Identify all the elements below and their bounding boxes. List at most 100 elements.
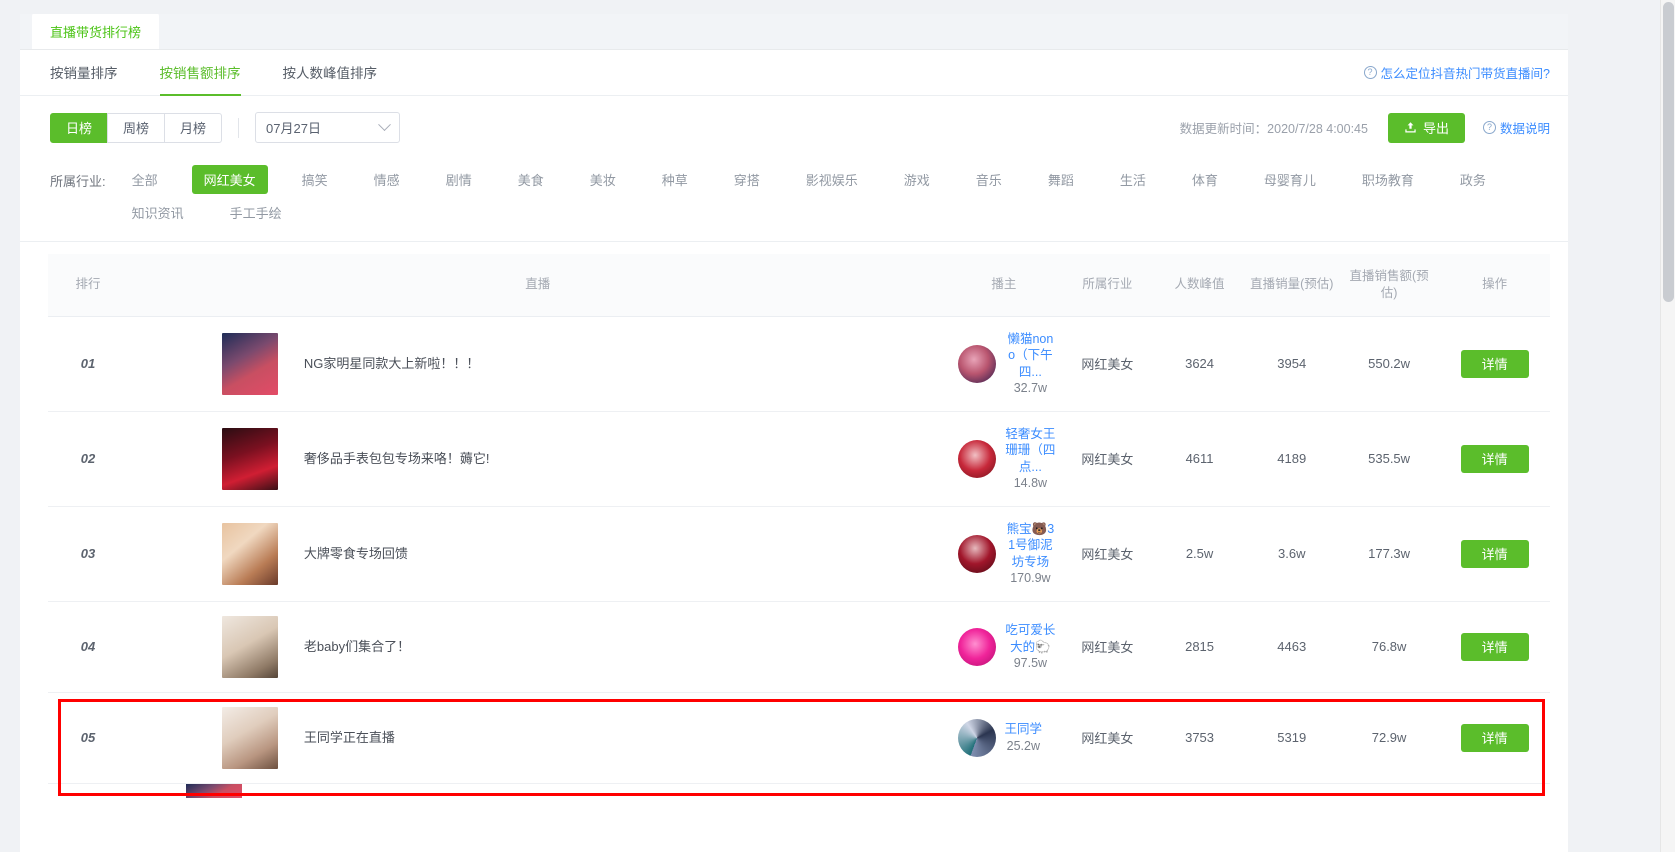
- cell-sales-volume: 3954: [1244, 316, 1339, 412]
- industry-chip[interactable]: 体育: [1180, 165, 1230, 194]
- tab-live-sales-ranking[interactable]: 直播带货排行榜: [32, 14, 160, 49]
- tab-sort-by-sales-amount[interactable]: 按销售额排序: [159, 50, 241, 96]
- table-row[interactable]: 01 NG家明星同款大上新啦！！！ 懒猫nono（下午四... 32.7w 网红美女 36…: [48, 316, 1550, 412]
- data-note-label: 数据说明: [1499, 122, 1550, 136]
- export-button[interactable]: 导出: [1387, 112, 1465, 143]
- detail-button[interactable]: 详情: [1460, 349, 1529, 378]
- table-row[interactable]: 05 王同学正在直播 王同学 25.2w 网红美女 3753 5319 72.9w 详情: [48, 692, 1550, 784]
- page-scrollbar[interactable]: [1660, 0, 1675, 852]
- cell-host: 熊宝🐻31号御泥坊专场 170.9w: [947, 506, 1061, 602]
- host-name-link[interactable]: 王同学: [1005, 721, 1043, 738]
- industry-chip-label: 体育: [1191, 173, 1218, 188]
- date-select[interactable]: 07月27日: [255, 112, 401, 143]
- industry-chip-label: 搞笑: [301, 173, 328, 188]
- cell-sales-volume: 5319: [1244, 692, 1339, 784]
- industry-filter-label: 所属行业:: [50, 174, 106, 189]
- data-note-link[interactable]: ? 数据说明: [1482, 118, 1550, 137]
- industry-chip-label: 穿搭: [733, 173, 760, 188]
- detail-button[interactable]: 详情: [1460, 632, 1529, 661]
- header-live: 直播: [127, 254, 948, 317]
- industry-chip[interactable]: 种草: [650, 165, 700, 194]
- question-circle-icon: ?: [1363, 66, 1377, 79]
- period-daily-button[interactable]: 日榜: [50, 112, 109, 143]
- period-weekly-button[interactable]: 周榜: [107, 112, 166, 143]
- industry-chip[interactable]: 网红美女: [191, 165, 268, 194]
- date-select-value: 07月27日: [266, 121, 321, 136]
- help-link[interactable]: ? 怎么定位抖音热门带货直播间?: [1363, 63, 1550, 82]
- period-monthly-button[interactable]: 月榜: [164, 112, 223, 143]
- industry-chip[interactable]: 母婴育儿: [1252, 165, 1328, 194]
- industry-chip[interactable]: 剧情: [434, 165, 484, 194]
- live-thumbnail[interactable]: [221, 706, 278, 769]
- cell-operation: 详情: [1439, 692, 1550, 784]
- industry-chip[interactable]: 美食: [506, 165, 556, 194]
- scrollbar-thumb[interactable]: [1663, 2, 1674, 302]
- industry-chip[interactable]: 职场教育: [1350, 165, 1426, 194]
- table-row[interactable]: [48, 783, 1550, 798]
- table-row[interactable]: 04 老baby们集合了！ 吃可爱长大的🐑 97.5w 网红美女 2815 4463 76.8…: [48, 601, 1550, 693]
- industry-chip[interactable]: 情感: [362, 165, 412, 194]
- ranking-table: 排行 直播 播主 所属行业 人数峰值 直播销量(预估) 直播销售额(预估) 操作…: [48, 254, 1550, 798]
- host-name-link[interactable]: 懒猫nono（下午四...: [1005, 331, 1057, 381]
- cell-host: 懒猫nono（下午四... 32.7w: [947, 316, 1061, 412]
- live-thumbnail[interactable]: [221, 522, 278, 585]
- cell-operation: 详情: [1439, 316, 1550, 412]
- host-fans-count: 25.2w: [1006, 738, 1040, 753]
- header-host: 播主: [947, 254, 1061, 317]
- live-thumbnail[interactable]: [221, 332, 278, 395]
- tab-sort-by-peak-viewers[interactable]: 按人数峰值排序: [283, 50, 378, 96]
- industry-chip[interactable]: 知识资讯: [120, 198, 196, 227]
- live-thumbnail[interactable]: [221, 615, 278, 678]
- industry-chip-label: 知识资讯: [131, 206, 184, 221]
- cell-live: NG家明星同款大上新啦！！！: [127, 316, 948, 412]
- detail-button[interactable]: 详情: [1460, 723, 1529, 752]
- host-fans-count: 97.5w: [1013, 656, 1048, 670]
- industry-chip[interactable]: 游戏: [892, 165, 942, 194]
- live-thumbnail[interactable]: [221, 427, 278, 490]
- avatar[interactable]: [957, 439, 996, 478]
- industry-chip[interactable]: 音乐: [964, 165, 1014, 194]
- toolbar-divider: [238, 117, 240, 138]
- tab-sort-by-volume[interactable]: 按销量排序: [50, 50, 118, 96]
- industry-chip-label: 职场教育: [1361, 173, 1414, 188]
- industry-chip[interactable]: 美妆: [578, 165, 628, 194]
- cell-live: [48, 783, 1550, 798]
- tab-sort-by-volume-label: 按销量排序: [50, 65, 118, 81]
- industry-chip-label: 政务: [1459, 173, 1486, 188]
- industry-chip-label: 影视娱乐: [805, 173, 858, 188]
- host-name-link[interactable]: 熊宝🐻31号御泥坊专场: [1005, 521, 1057, 571]
- host-name-link[interactable]: 轻奢女王珊珊（四点...: [1005, 426, 1057, 476]
- question-circle-icon: ?: [1482, 121, 1496, 134]
- upload-icon: [1405, 122, 1416, 133]
- table-row[interactable]: 02 奢侈品手表包包专场来咯！薅它! 轻奢女王珊珊（四点... 14.8w 网红美女 46…: [48, 411, 1550, 507]
- industry-chip[interactable]: 全部: [120, 165, 170, 194]
- avatar[interactable]: [957, 718, 996, 757]
- industry-chip[interactable]: 穿搭: [722, 165, 772, 194]
- detail-button[interactable]: 详情: [1460, 539, 1529, 568]
- header-operation: 操作: [1439, 254, 1550, 317]
- industry-chip[interactable]: 生活: [1108, 165, 1158, 194]
- industry-chip[interactable]: 舞蹈: [1036, 165, 1086, 194]
- industry-chip[interactable]: 搞笑: [290, 165, 340, 194]
- host-name-link[interactable]: 吃可爱长大的🐑: [1005, 622, 1057, 655]
- cell-industry: 网红美女: [1060, 316, 1155, 412]
- industry-chip[interactable]: 影视娱乐: [794, 165, 870, 194]
- avatar[interactable]: [957, 534, 996, 573]
- avatar[interactable]: [957, 627, 996, 666]
- industry-chip[interactable]: 手工手绘: [218, 198, 294, 227]
- cell-rank: 01: [48, 316, 128, 412]
- industry-filter-items: 全部 网红美女 搞笑 情感 剧情 美食 美妆 种草 穿搭 影视娱乐 游戏 音乐 舞蹈 生活 体育 母婴育儿 职场…: [120, 165, 1550, 227]
- cell-sales-amount: 550.2w: [1338, 316, 1440, 412]
- industry-chip[interactable]: 政务: [1448, 165, 1498, 194]
- table-row[interactable]: 03 大牌零食专场回馈 熊宝🐻31号御泥坊专场 170.9w 网红美女 2.5w 3.6w 1…: [48, 506, 1550, 602]
- toolbar-right-group: 数据更新时间：2020/7/28 4:00:45 导出 ? 数据说明: [1180, 112, 1550, 143]
- live-thumbnail[interactable]: [186, 783, 242, 798]
- cell-live: 大牌零食专场回馈: [127, 506, 948, 602]
- avatar[interactable]: [957, 344, 996, 383]
- live-title: NG家明星同款大上新啦！！！: [303, 355, 480, 371]
- detail-button[interactable]: 详情: [1460, 444, 1529, 473]
- ranking-table-wrap: 排行 直播 播主 所属行业 人数峰值 直播销量(预估) 直播销售额(预估) 操作…: [20, 242, 1568, 798]
- host-fans-count: 32.7w: [1013, 381, 1048, 396]
- cell-peak-viewers: 2815: [1154, 601, 1245, 693]
- industry-chip-label: 生活: [1119, 173, 1146, 188]
